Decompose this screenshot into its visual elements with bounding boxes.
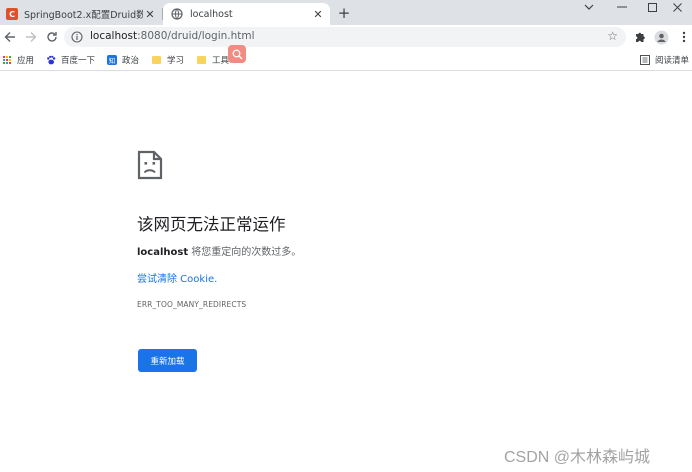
tab-title: localhost: [190, 8, 233, 20]
address-bar[interactable]: localhost:8080/druid/login.html ☆: [64, 27, 626, 47]
error-host: localhost: [137, 247, 189, 258]
bookmarks-bar: 应用 百度一下 知 政治 学习 工具 阅读清单: [0, 49, 692, 71]
bookmark-tools[interactable]: 工具: [197, 53, 229, 67]
sad-page-icon: [137, 150, 163, 180]
browser-toolbar: localhost:8080/druid/login.html ☆: [0, 25, 692, 49]
reload-button[interactable]: [43, 28, 61, 46]
reading-list-label: 阅读清单: [655, 56, 690, 66]
close-icon[interactable]: ✕: [143, 7, 157, 21]
bookmark-label: 学习: [167, 56, 185, 66]
tab-localhost[interactable]: localhost ✕: [163, 3, 330, 25]
baidu-paw-icon: [47, 55, 56, 65]
clear-cookies-link[interactable]: 尝试清除 Cookie.: [137, 270, 217, 285]
csdn-favicon-icon: C: [6, 8, 18, 20]
tab-strip: C SpringBoot2.x配置Druid数据源 ✕ localhost ✕ …: [0, 0, 692, 25]
arrow-left-icon: [4, 32, 15, 42]
url-host: localhost: [90, 30, 138, 42]
bookmark-label: 应用: [17, 56, 35, 66]
close-icon[interactable]: ✕: [311, 7, 325, 21]
new-tab-button[interactable]: +: [335, 4, 353, 22]
forward-button[interactable]: [22, 28, 40, 46]
error-title: 该网页无法正常运作: [137, 215, 286, 234]
error-code: ERR_TOO_MANY_REDIRECTS: [137, 300, 247, 309]
minimize-button[interactable]: [607, 0, 637, 14]
bookmark-label: 百度一下: [61, 56, 96, 66]
globe-icon: [171, 8, 183, 20]
error-page: 该网页无法正常运作 localhost 将您重定向的次数过多。 尝试清除 Coo…: [0, 72, 692, 472]
folder-icon: [197, 56, 206, 64]
profile-avatar-icon[interactable]: [652, 28, 670, 46]
star-icon[interactable]: ☆: [607, 29, 618, 43]
more-menu-icon[interactable]: [675, 28, 692, 46]
window-close-button[interactable]: [662, 0, 692, 14]
tab-springboot-druid[interactable]: C SpringBoot2.x配置Druid数据源 ✕: [0, 3, 162, 25]
apps-grid-icon: [3, 56, 11, 64]
bookmark-label: 工具: [212, 56, 230, 66]
back-button[interactable]: [1, 28, 19, 46]
reload-page-button[interactable]: 重新加载: [138, 349, 197, 372]
arrow-right-icon: [26, 32, 37, 42]
zhihu-icon: 知: [107, 55, 117, 65]
folder-icon: [152, 56, 161, 64]
error-description-text: 将您重定向的次数过多。: [188, 247, 302, 258]
reading-list-icon: [640, 55, 650, 65]
bookmark-baidu[interactable]: 百度一下: [46, 53, 95, 67]
bookmark-label: 政治: [122, 56, 140, 66]
url-text[interactable]: localhost:8080/druid/login.html: [90, 30, 255, 42]
tab-search-chevron-icon[interactable]: [574, 0, 604, 14]
bookmark-apps[interactable]: 应用: [3, 53, 34, 67]
search-extension-icon[interactable]: [228, 45, 246, 63]
url-path: :8080/druid/login.html: [137, 30, 255, 42]
bookmark-study[interactable]: 学习: [152, 53, 184, 67]
csdn-watermark: CSDN @木林森屿城: [504, 449, 651, 466]
error-description: localhost 将您重定向的次数过多。: [137, 243, 301, 258]
info-icon: [71, 31, 83, 43]
extensions-puzzle-icon[interactable]: [631, 28, 649, 46]
tab-title: SpringBoot2.x配置Druid数据源: [24, 10, 143, 21]
bookmark-politics[interactable]: 知 政治: [107, 53, 139, 67]
reading-list[interactable]: 阅读清单: [640, 53, 689, 67]
refresh-icon: [47, 32, 57, 42]
